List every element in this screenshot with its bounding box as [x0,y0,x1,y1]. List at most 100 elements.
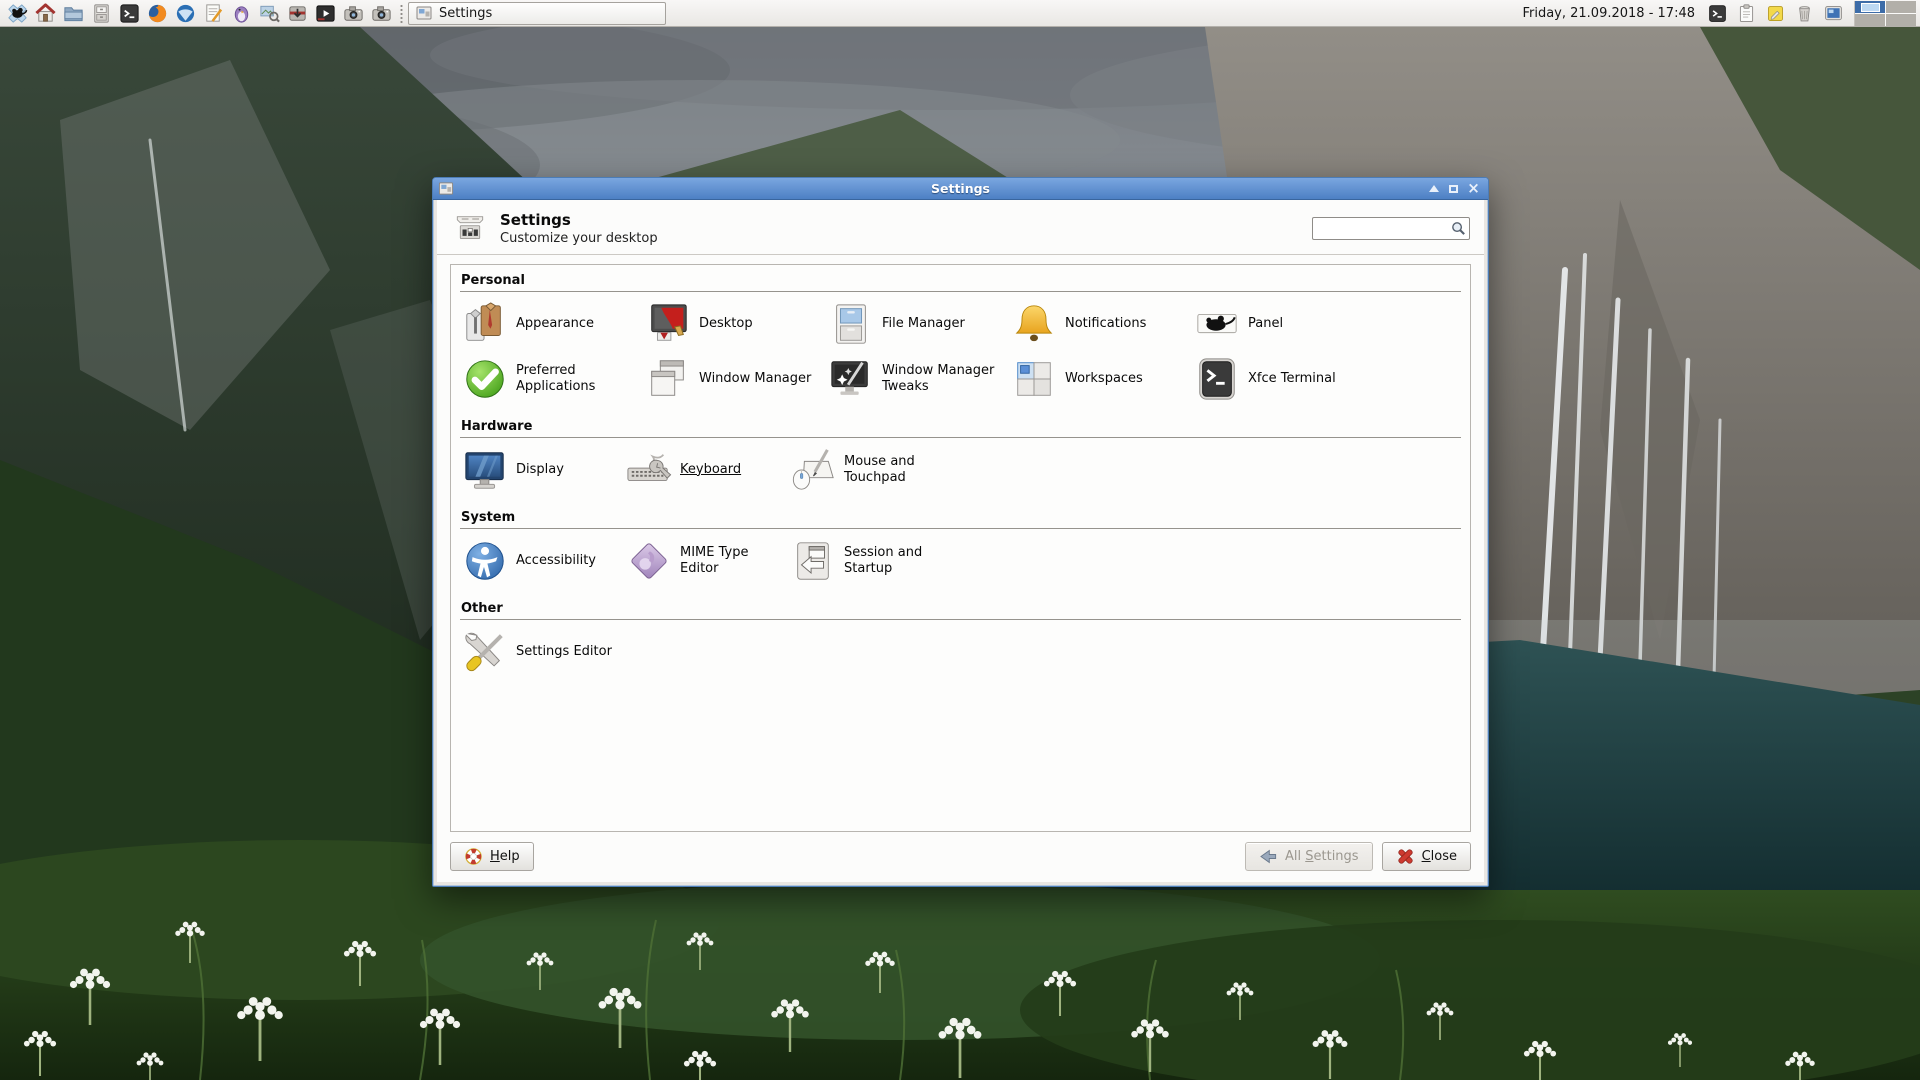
section-header-hardware: Hardware [460,415,1461,438]
help-button-label: Help [490,849,520,864]
package-installer-icon[interactable] [283,1,311,26]
section-system: Accessibility MIME Type Editor Session a… [460,533,1461,588]
clipboard-icon[interactable] [1736,3,1757,24]
terminal-icon[interactable] [115,1,143,26]
search-input[interactable] [1312,217,1470,240]
settings-item-display[interactable]: Display [460,442,624,497]
session-startup-icon [790,538,836,584]
maximize-button[interactable] [1445,181,1462,196]
settings-item-mime-type-editor[interactable]: MIME Type Editor [624,533,788,588]
appearance-icon [462,301,508,347]
notes-icon[interactable] [1765,3,1786,24]
workspace-1[interactable] [1855,1,1885,13]
section-header-other: Other [460,597,1461,620]
trash-icon[interactable] [1794,3,1815,24]
display-tray-icon[interactable] [1823,3,1844,24]
settings-window: Settings × Settings Customize your deskt… [432,177,1489,887]
section-header-personal: Personal [460,269,1461,292]
xfce-menu-icon[interactable] [3,1,31,26]
display-icon [462,447,508,493]
settings-manager-icon [451,210,489,246]
file-manager-settings-icon [828,301,874,347]
close-x-icon [1396,847,1415,866]
close-button-label: Close [1422,849,1457,864]
close-icon: × [1467,181,1480,196]
text-editor-icon[interactable] [199,1,227,26]
file-manager-icon[interactable] [59,1,87,26]
terminal-tray-icon[interactable] [1707,3,1728,24]
page-subtitle: Customize your desktop [500,231,658,246]
workspace-3[interactable] [1855,14,1885,26]
panel-clock[interactable]: Friday, 21.09.2018 - 17:48 [1522,6,1695,21]
settings-item-window-manager-tweaks[interactable]: Window Manager Tweaks [826,351,1009,406]
settings-grid-frame: Personal Appearance Desktop File Manager… [450,264,1471,832]
maximize-icon [1449,185,1458,193]
window-manager-tweaks-icon [828,356,874,402]
settings-window-icon [416,5,432,21]
settings-item-workspaces[interactable]: Workspaces [1009,351,1192,406]
mime-type-editor-icon [626,538,672,584]
media-player-icon[interactable] [311,1,339,26]
settings-item-xfce-terminal[interactable]: Xfce Terminal [1192,351,1375,406]
settings-item-file-manager[interactable]: File Manager [826,296,1009,351]
section-hardware: Display Keyboard Mouse and Touchpad [460,442,1461,497]
window-manager-icon [645,356,691,402]
section-other: Settings Editor [460,624,1461,679]
thunderbird-icon[interactable] [171,1,199,26]
settings-item-appearance[interactable]: Appearance [460,296,643,351]
home-icon[interactable] [31,1,59,26]
system-tray [1707,3,1844,24]
workspace-4[interactable] [1886,14,1916,26]
settings-item-mouse-touchpad[interactable]: Mouse and Touchpad [788,442,952,497]
help-button[interactable]: Help [450,842,534,871]
screenshot-icon[interactable] [367,1,395,26]
shade-button[interactable] [1425,181,1442,196]
shade-icon [1429,185,1439,192]
settings-item-settings-editor[interactable]: Settings Editor [460,624,680,679]
close-button[interactable]: Close [1382,842,1471,871]
taskbar-item-settings[interactable]: Settings [408,2,666,25]
accessibility-icon [462,538,508,584]
section-header-system: System [460,506,1461,529]
notifications-icon [1011,301,1057,347]
back-arrow-icon [1259,847,1278,866]
image-viewer-icon[interactable] [255,1,283,26]
settings-item-keyboard[interactable]: Keyboard [624,442,788,497]
settings-item-preferred-applications[interactable]: Preferred Applications [460,351,643,406]
settings-item-accessibility[interactable]: Accessibility [460,533,624,588]
workspaces-icon [1011,356,1057,402]
top-panel: Settings Friday, 21.09.2018 - 17:48 [0,0,1920,27]
workspace-pager [1854,1,1916,26]
taskbar-item-label: Settings [439,6,492,21]
settings-item-session-and-startup[interactable]: Session and Startup [788,533,952,588]
xfce-terminal-icon [1194,356,1240,402]
all-settings-button[interactable]: All Settings [1245,842,1373,871]
search-icon[interactable] [1450,220,1467,237]
window-footer: Help All Settings Close [437,832,1484,882]
settings-editor-icon [462,629,508,675]
settings-item-desktop[interactable]: Desktop [643,296,826,351]
mouse-touchpad-icon [790,447,836,493]
pidgin-icon[interactable] [227,1,255,26]
help-icon [464,847,483,866]
preferred-applications-icon [462,356,508,402]
all-settings-button-label: All Settings [1285,849,1359,864]
panel-separator [399,4,404,23]
window-header: Settings Customize your desktop [437,200,1484,255]
settings-item-notifications[interactable]: Notifications [1009,296,1192,351]
workspace-2[interactable] [1886,1,1916,13]
close-window-button[interactable]: × [1465,181,1482,196]
camera-icon[interactable] [339,1,367,26]
keyboard-icon [626,447,672,493]
window-icon [438,181,454,196]
window-title: Settings [433,181,1488,196]
page-title: Settings [500,211,658,229]
firefox-icon[interactable] [143,1,171,26]
settings-item-window-manager[interactable]: Window Manager [643,351,826,406]
desktop-icon [645,301,691,347]
panel-settings-icon [1194,301,1240,347]
section-personal: Appearance Desktop File Manager Notifica… [460,296,1461,406]
titlebar[interactable]: Settings × [433,178,1488,200]
archive-manager-icon[interactable] [87,1,115,26]
settings-item-panel[interactable]: Panel [1192,296,1375,351]
